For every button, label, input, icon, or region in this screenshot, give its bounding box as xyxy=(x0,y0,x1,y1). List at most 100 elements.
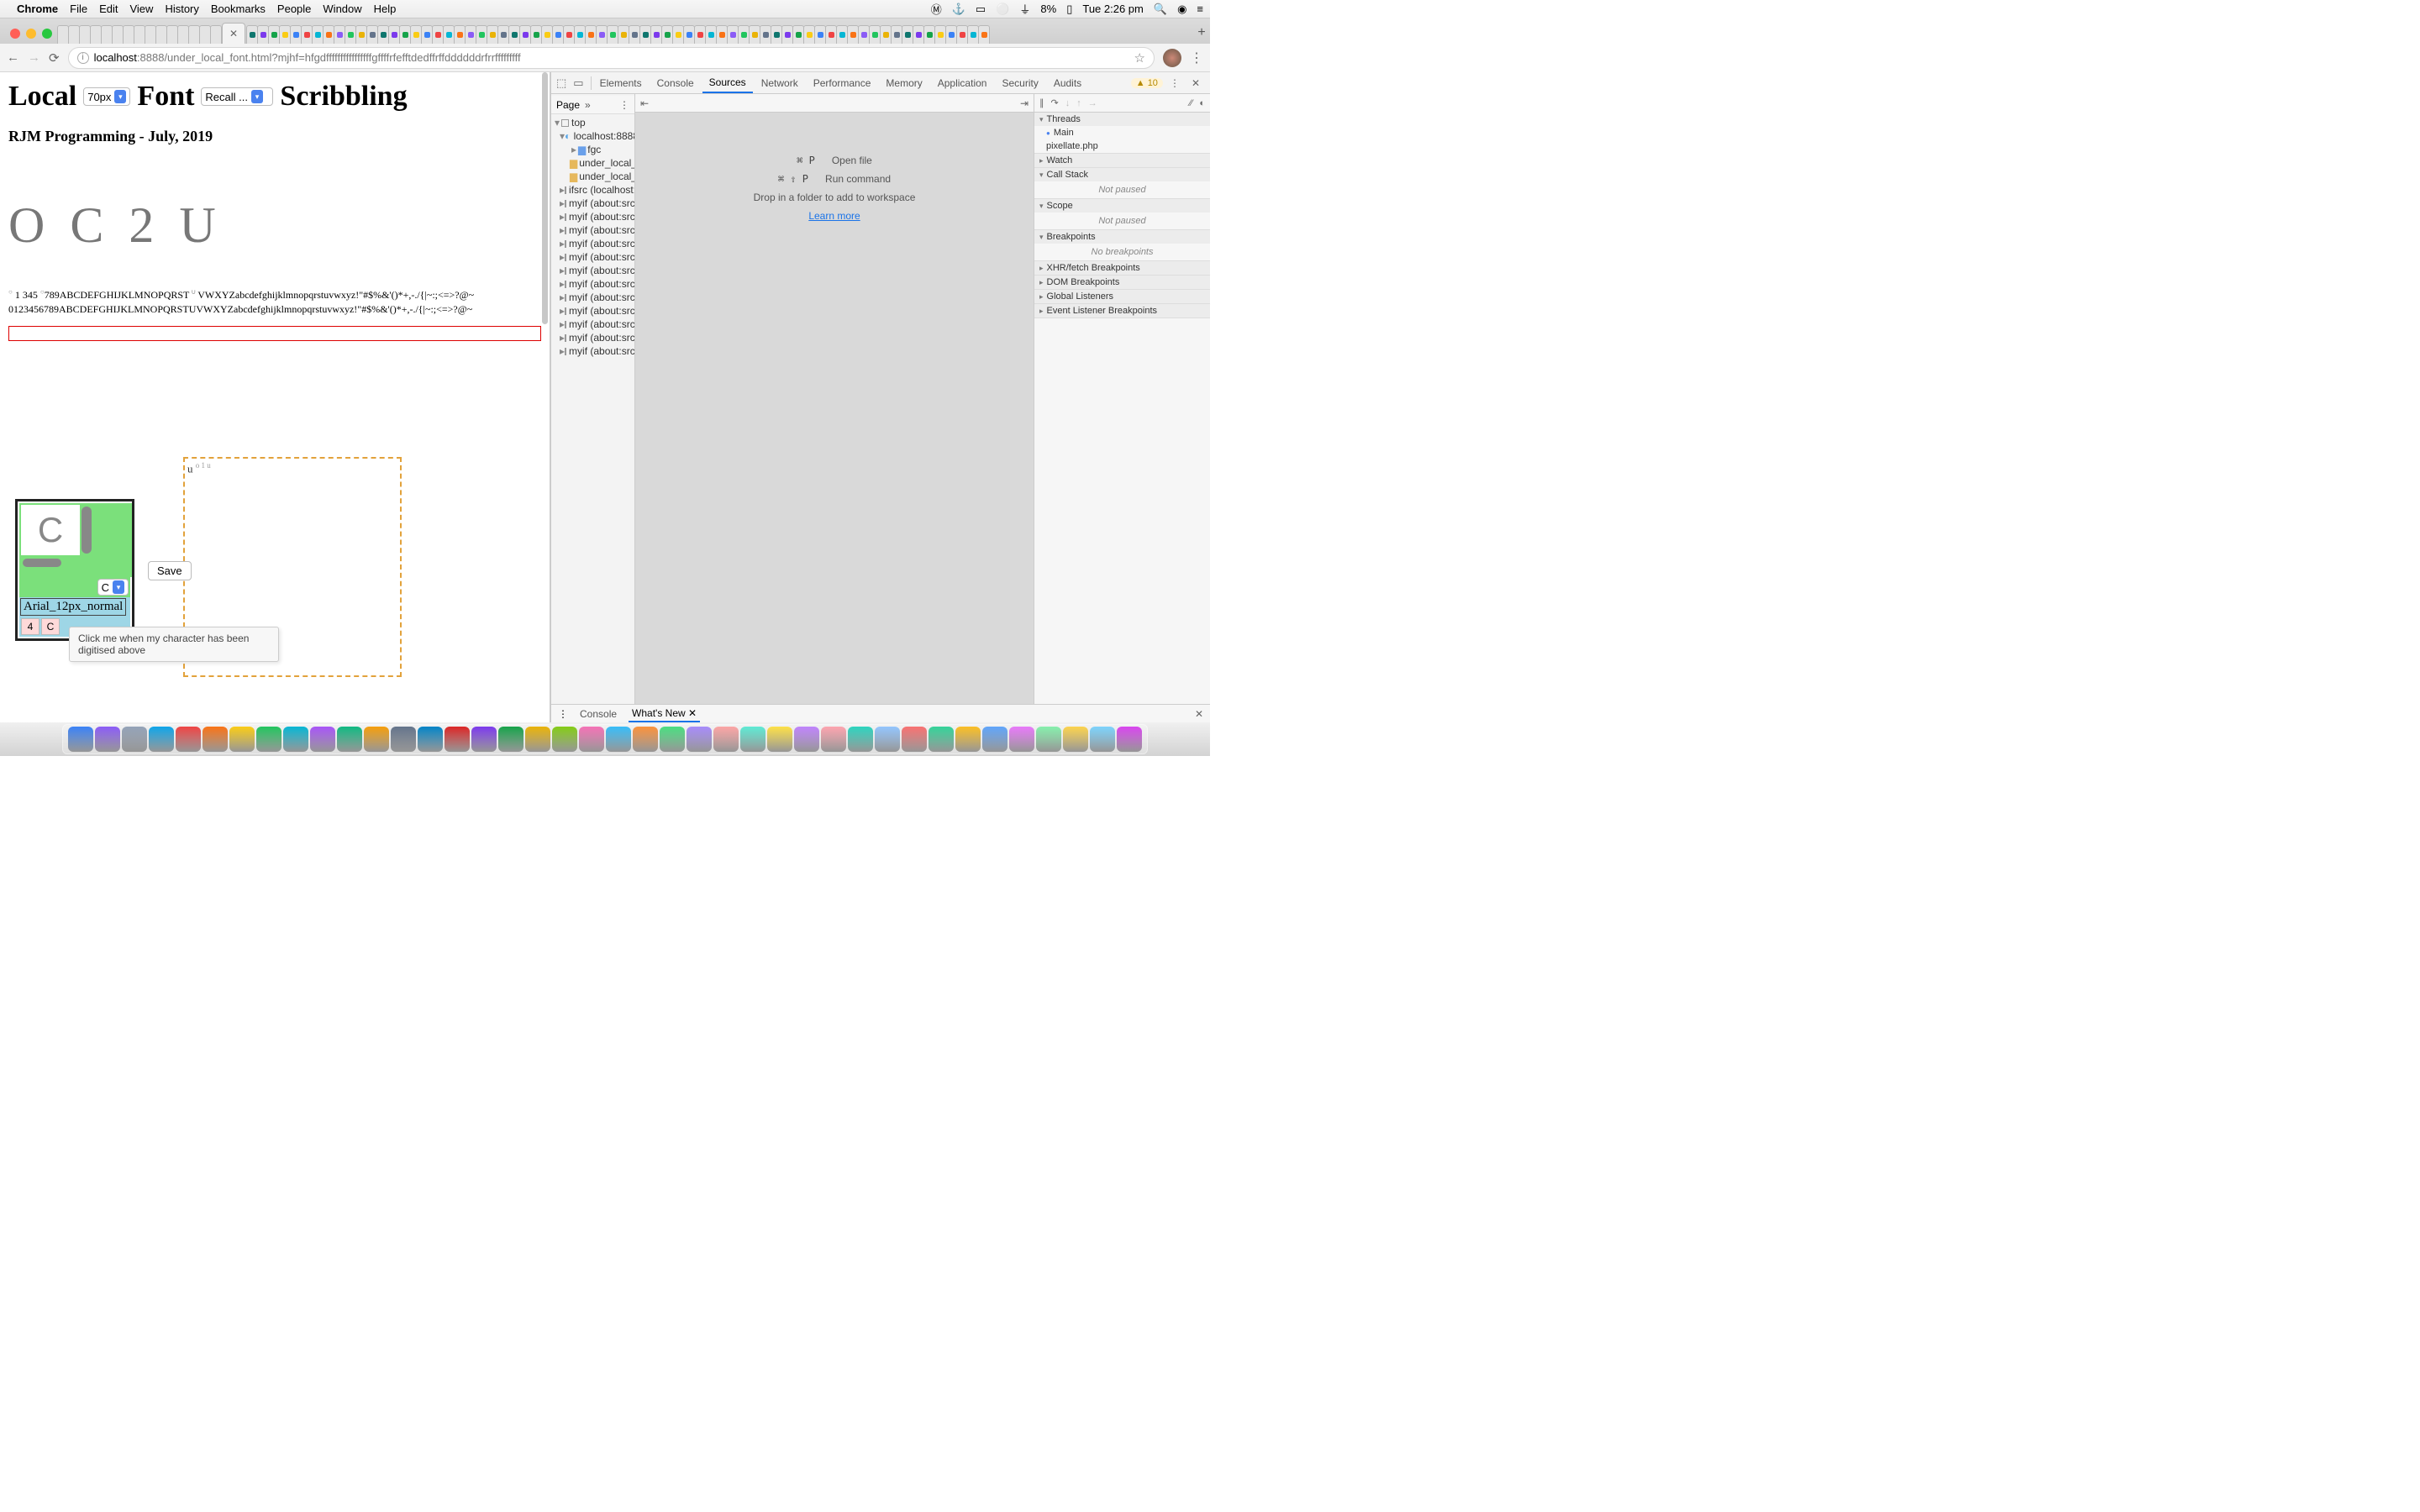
dock-app-icon[interactable] xyxy=(1090,727,1115,752)
dock-app-icon[interactable] xyxy=(794,727,819,752)
step-out-icon[interactable]: ↑ xyxy=(1076,98,1081,108)
browser-tab[interactable] xyxy=(530,25,542,44)
red-outline-box[interactable] xyxy=(8,326,541,341)
drawer-whatsnew-tab[interactable]: What's New ✕ xyxy=(629,706,700,722)
browser-tab[interactable] xyxy=(443,25,455,44)
browser-tab[interactable] xyxy=(902,25,913,44)
tab-console[interactable]: Console xyxy=(650,74,701,92)
dock-app-icon[interactable] xyxy=(982,727,1007,752)
menu-window[interactable]: Window xyxy=(323,3,361,15)
drawer-console-tab[interactable]: Console xyxy=(576,706,620,722)
pink-cell-2[interactable]: C xyxy=(41,618,60,635)
browser-tab[interactable] xyxy=(268,25,280,44)
browser-tab[interactable] xyxy=(366,25,378,44)
browser-tab[interactable] xyxy=(967,25,979,44)
browser-tab[interactable] xyxy=(497,25,509,44)
browser-tab[interactable] xyxy=(923,25,935,44)
tab-performance[interactable]: Performance xyxy=(807,74,878,92)
scrollbar-thumb[interactable] xyxy=(542,72,548,324)
browser-tab[interactable] xyxy=(432,25,444,44)
tab-network[interactable]: Network xyxy=(755,74,805,92)
tree-ifsrc[interactable]: ifsrc (localhost:/) xyxy=(569,184,634,196)
browser-tab[interactable] xyxy=(323,25,334,44)
tree-file[interactable]: under_local_fo xyxy=(579,157,634,169)
browser-tab[interactable] xyxy=(155,25,167,44)
browser-tab[interactable] xyxy=(487,25,498,44)
tree-myif[interactable]: ▸myif (about:srcd xyxy=(551,318,634,331)
dock-app-icon[interactable] xyxy=(902,727,927,752)
file-tree[interactable]: ▾top ▾◐ localhost:8888 ▸▆fgc ▆under_loca… xyxy=(551,114,634,358)
dock-app-icon[interactable] xyxy=(95,727,120,752)
tree-myif[interactable]: ▸myif (about:srcd xyxy=(551,344,634,358)
dock-app-icon[interactable] xyxy=(660,727,685,752)
dock-app-icon[interactable] xyxy=(606,727,631,752)
profile-avatar[interactable] xyxy=(1163,49,1181,67)
tab-security[interactable]: Security xyxy=(995,74,1044,92)
dock-app-icon[interactable] xyxy=(848,727,873,752)
browser-tab[interactable] xyxy=(956,25,968,44)
browser-tab[interactable] xyxy=(934,25,946,44)
status-display-icon[interactable]: ▭ xyxy=(976,3,986,16)
browser-tab[interactable] xyxy=(792,25,804,44)
forward-button[interactable]: → xyxy=(28,50,40,65)
menu-file[interactable]: File xyxy=(70,3,87,15)
status-bt-icon[interactable]: ⚪ xyxy=(996,3,1009,16)
xhr-bp-header[interactable]: XHR/fetch Breakpoints xyxy=(1047,263,1140,273)
drawer-menu-icon[interactable]: ⋮ xyxy=(558,708,568,720)
browser-tab[interactable] xyxy=(421,25,433,44)
dock-app-icon[interactable] xyxy=(203,727,228,752)
glyph-canvas[interactable]: C xyxy=(19,503,132,577)
watch-header[interactable]: Watch xyxy=(1047,155,1073,165)
browser-tab[interactable] xyxy=(738,25,750,44)
global-listeners-header[interactable]: Global Listeners xyxy=(1047,291,1114,302)
tab-sources[interactable]: Sources xyxy=(702,73,753,93)
browser-tab[interactable] xyxy=(345,25,356,44)
dock-app-icon[interactable] xyxy=(256,727,281,752)
dock-app-icon[interactable] xyxy=(713,727,739,752)
browser-tab[interactable] xyxy=(705,25,717,44)
dock-app-icon[interactable] xyxy=(176,727,201,752)
tree-myif[interactable]: ▸myif (about:srcd xyxy=(551,237,634,250)
dock-app-icon[interactable] xyxy=(498,727,523,752)
browser-tab[interactable] xyxy=(760,25,771,44)
tree-myif[interactable]: ▸myif (about:srcd xyxy=(551,291,634,304)
status-a-icon[interactable]: ⚓ xyxy=(952,3,965,16)
glyph-select[interactable]: C▾ xyxy=(97,579,129,596)
navigator-menu-icon[interactable]: ⋮ xyxy=(619,99,629,111)
browser-tab[interactable] xyxy=(134,25,145,44)
dock-app-icon[interactable] xyxy=(418,727,443,752)
menu-help[interactable]: Help xyxy=(374,3,397,15)
browser-tab[interactable] xyxy=(279,25,291,44)
pause-icon[interactable]: ∥ xyxy=(1039,97,1044,108)
dom-bp-header[interactable]: DOM Breakpoints xyxy=(1047,277,1120,287)
browser-tab[interactable] xyxy=(355,25,367,44)
browser-tab[interactable] xyxy=(388,25,400,44)
browser-tab[interactable] xyxy=(869,25,881,44)
dock-app-icon[interactable] xyxy=(122,727,147,752)
browser-tab[interactable] xyxy=(476,25,487,44)
menu-view[interactable]: View xyxy=(129,3,153,15)
browser-tab[interactable] xyxy=(618,25,629,44)
browser-tab[interactable] xyxy=(68,25,80,44)
browser-tab[interactable] xyxy=(541,25,553,44)
font-name-field[interactable]: Arial_12px_normal xyxy=(20,598,126,616)
scope-header[interactable]: Scope xyxy=(1047,201,1073,211)
browser-tab[interactable] xyxy=(945,25,957,44)
browser-tab[interactable] xyxy=(891,25,902,44)
menubar-app[interactable]: Chrome xyxy=(17,3,58,15)
tab-memory[interactable]: Memory xyxy=(879,74,929,92)
dock-app-icon[interactable] xyxy=(821,727,846,752)
browser-tab[interactable] xyxy=(246,25,258,44)
browser-tab[interactable] xyxy=(508,25,520,44)
menu-edit[interactable]: Edit xyxy=(99,3,118,15)
navigator-page-tab[interactable]: Page xyxy=(556,99,580,111)
page-scrollbar[interactable] xyxy=(542,72,548,722)
tree-myif[interactable]: ▸myif (about:srcd xyxy=(551,210,634,223)
dock-app-icon[interactable] xyxy=(687,727,712,752)
browser-tab[interactable] xyxy=(727,25,739,44)
dock-app-icon[interactable] xyxy=(767,727,792,752)
editor-collapse-icon[interactable]: ⇤ xyxy=(640,97,649,109)
dock-app-icon[interactable] xyxy=(579,727,604,752)
breakpoints-header[interactable]: Breakpoints xyxy=(1047,232,1096,242)
browser-tab[interactable] xyxy=(672,25,684,44)
